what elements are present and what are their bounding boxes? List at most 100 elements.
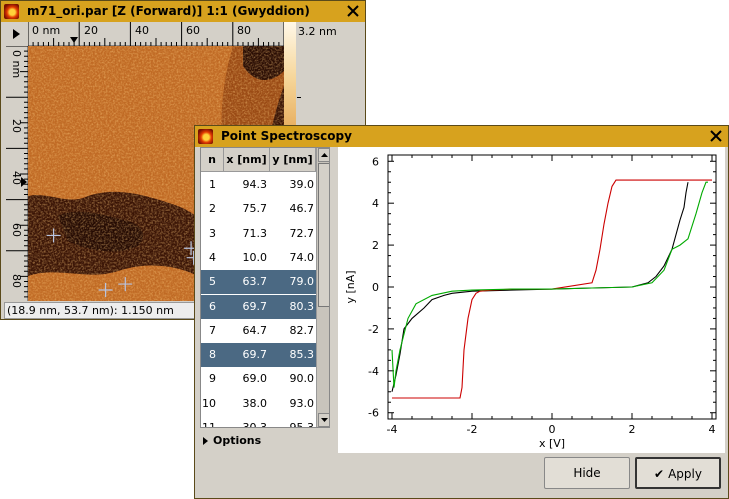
- image-window-title: m71_ori.par [Z (Forward)] 1:1 (Gwyddion): [27, 4, 310, 18]
- v-tick-label: 20: [10, 119, 23, 133]
- v-tick-label: 60: [10, 223, 23, 237]
- cell-y: 72.7: [289, 226, 315, 240]
- list-item[interactable]: 2 75.7 46.7: [201, 197, 316, 221]
- cell-y: 74.0: [289, 250, 315, 264]
- y-tick-label: 4: [372, 197, 379, 210]
- options-label: Options: [213, 434, 262, 447]
- cell-n: 10: [202, 396, 216, 410]
- x-tick-label: 0: [549, 423, 556, 436]
- gwyddion-icon: [4, 4, 19, 19]
- check-icon: ✔: [654, 467, 665, 481]
- list-item[interactable]: 6 69.7 80.3: [201, 294, 316, 319]
- cell-n: 6: [209, 299, 216, 313]
- cell-x: 38.0: [242, 396, 268, 410]
- cell-x: 69.7: [242, 299, 268, 313]
- close-icon[interactable]: [708, 128, 724, 144]
- v-tick-label: 40: [10, 171, 23, 185]
- spectrum-curve: [391, 181, 708, 388]
- list-item[interactable]: 3 71.3 72.7: [201, 222, 316, 246]
- column-header-n[interactable]: n: [201, 148, 224, 172]
- cell-y: 46.7: [289, 202, 315, 216]
- cell-y: 85.3: [289, 348, 315, 362]
- v-tick-label: 0 nm: [10, 50, 23, 79]
- list-item[interactable]: 4 10.0 74.0: [201, 246, 316, 270]
- close-icon[interactable]: [345, 3, 361, 19]
- h-cursor-marker: [70, 37, 78, 43]
- point-spectroscopy-dialog[interactable]: Point Spectroscopy n x [nm] y [nm] 1 94.3…: [194, 125, 729, 499]
- list-item[interactable]: 1 94.3 39.0: [201, 173, 316, 197]
- spectra-list[interactable]: n x [nm] y [nm] 1 94.3 39.0 2 75.7 46.7 3 71.3 7…: [200, 147, 330, 428]
- hide-button-label: Hide: [573, 466, 601, 480]
- y-tick-label: 2: [372, 239, 379, 252]
- cell-x: 63.7: [242, 275, 268, 289]
- vertical-ruler: 0 nm 20 40 60 80: [6, 46, 28, 301]
- scroll-up-arrow[interactable]: [318, 148, 329, 162]
- spectroscopy-title: Point Spectroscopy: [221, 129, 352, 143]
- cell-x: 94.3: [242, 178, 268, 191]
- cell-n: 5: [209, 275, 216, 289]
- horizontal-ruler: 0 nm 20 40 60 80: [28, 22, 284, 46]
- y-tick-label: -2: [368, 323, 379, 336]
- cell-x: 71.3: [242, 226, 268, 240]
- gwyddion-icon: [198, 129, 213, 144]
- column-header-y[interactable]: y [nm]: [270, 148, 316, 172]
- cell-y: 93.0: [289, 396, 315, 410]
- column-header-x[interactable]: x [nm]: [224, 148, 270, 172]
- cell-n: 11: [202, 421, 216, 428]
- cell-n: 7: [209, 323, 216, 337]
- spectrum-curve: [391, 182, 689, 392]
- cell-n: 3: [209, 226, 216, 240]
- apply-button-label: Apply: [668, 467, 702, 481]
- x-tick-label: -2: [467, 423, 478, 436]
- y-tick-label: -4: [368, 365, 379, 378]
- cell-n: 2: [209, 202, 216, 216]
- scroll-down-arrow[interactable]: [318, 413, 329, 427]
- colorbar-max-label: 3.2 nm: [298, 25, 337, 38]
- list-scrollbar[interactable]: [316, 148, 329, 427]
- cell-n: 1: [209, 178, 216, 191]
- cell-x: 69.0: [242, 372, 268, 386]
- list-item[interactable]: 10 38.0 93.0: [201, 392, 316, 416]
- cell-x: 30.3: [242, 421, 268, 428]
- h-ruler-ticks: [28, 22, 284, 46]
- cell-y: 79.0: [289, 275, 315, 289]
- y-tick-label: 0: [372, 281, 379, 294]
- spectrum-graph[interactable]: -4 -2 0 2 4 6 4 2 0 -2 -4 -6 x [V] y [nA]: [338, 147, 725, 453]
- y-tick-label: -6: [368, 407, 379, 420]
- cell-y: 95.3: [289, 421, 315, 428]
- x-tick-label: -4: [387, 423, 398, 436]
- spectrum-chart: -4 -2 0 2 4 6 4 2 0 -2 -4 -6 x [V] y [nA]: [344, 154, 717, 450]
- cell-y: 90.0: [289, 372, 315, 386]
- y-tick-label: 6: [372, 155, 379, 168]
- x-tick-label: 2: [629, 423, 636, 436]
- y-axis-label: y [nA]: [344, 270, 357, 303]
- cell-x: 69.7: [242, 348, 268, 362]
- cell-n: 4: [209, 250, 216, 264]
- spectroscopy-titlebar[interactable]: Point Spectroscopy: [195, 126, 728, 147]
- v-tick-label: 80: [10, 274, 23, 288]
- apply-button[interactable]: ✔ Apply: [635, 457, 721, 489]
- image-window-titlebar[interactable]: m71_ori.par [Z (Forward)] 1:1 (Gwyddion): [1, 1, 365, 22]
- cell-x: 75.7: [242, 202, 268, 216]
- list-item[interactable]: 7 64.7 82.7: [201, 319, 316, 343]
- ruler-menu-button[interactable]: [6, 24, 26, 44]
- x-tick-label: 4: [709, 423, 716, 436]
- list-item[interactable]: 11 30.3 95.3: [201, 416, 316, 428]
- cell-x: 64.7: [242, 323, 268, 337]
- colorbar-tick: [297, 97, 301, 98]
- list-item[interactable]: 9 69.0 90.0: [201, 367, 316, 391]
- cell-y: 39.0: [289, 178, 315, 191]
- cell-y: 80.3: [289, 299, 315, 313]
- list-item[interactable]: 5 63.7 79.0: [201, 270, 316, 295]
- options-expander[interactable]: Options: [203, 434, 261, 447]
- cell-n: 8: [209, 348, 216, 362]
- expander-arrow-icon: [203, 437, 208, 445]
- plot-frame: [387, 154, 717, 420]
- hide-button[interactable]: Hide: [544, 457, 630, 489]
- cell-n: 9: [209, 372, 216, 386]
- scroll-thumb[interactable]: [318, 163, 329, 307]
- cell-x: 10.0: [242, 250, 268, 264]
- list-item[interactable]: 8 69.7 85.3: [201, 343, 316, 368]
- cell-y: 82.7: [289, 323, 315, 337]
- x-axis-label: x [V]: [539, 437, 565, 450]
